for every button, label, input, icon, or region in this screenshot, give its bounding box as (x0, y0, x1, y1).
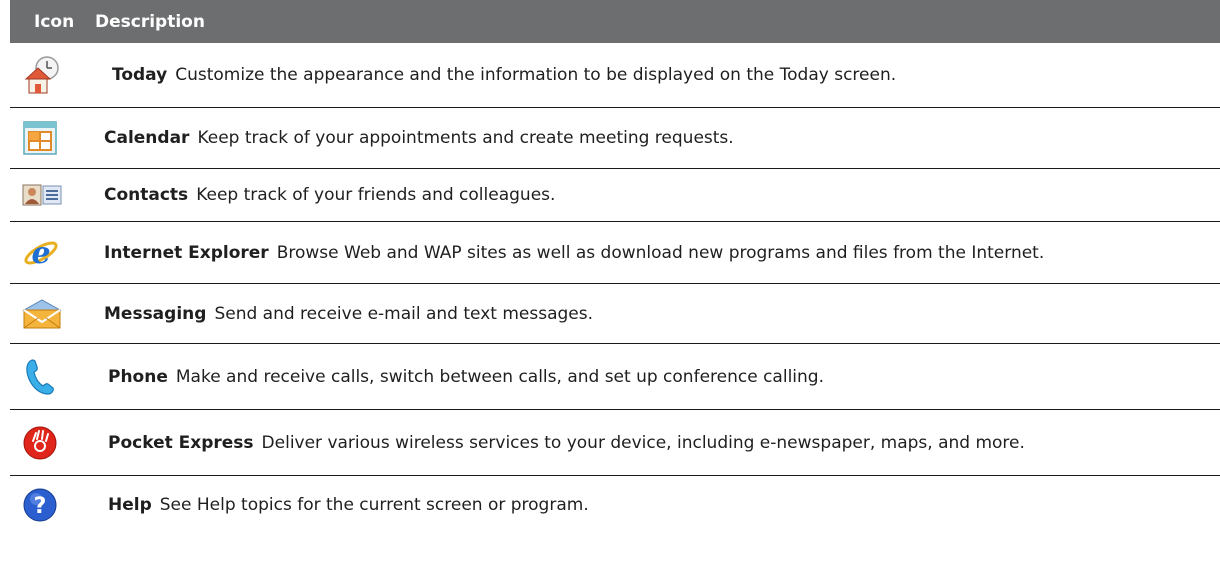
icon-table: Icon Description Today Customize the appe… (10, 0, 1220, 533)
row-text: Browse Web and WAP sites as well as down… (276, 242, 1045, 263)
row-name: Pocket Express (108, 432, 254, 453)
row-name: Internet Explorer (104, 242, 269, 263)
table-row-help: ? Help See Help topics for the current sc… (10, 476, 1220, 533)
row-text: Make and receive calls, switch between c… (175, 366, 824, 387)
row-text: See Help topics for the current screen o… (159, 494, 589, 515)
row-text: Keep track of your friends and colleague… (196, 185, 556, 205)
table-row-contacts: Contacts Keep track of your friends and c… (10, 169, 1220, 222)
table-row-today: Today Customize the appearance and the in… (10, 43, 1220, 108)
svg-text:e: e (31, 236, 50, 271)
table-row-messaging: Messaging Send and receive e-mail and tex… (10, 284, 1220, 344)
internet-explorer-icon: e (10, 235, 100, 271)
row-text: Customize the appearance and the informa… (175, 65, 897, 85)
calendar-icon (10, 120, 100, 156)
row-text: Deliver various wireless services to you… (261, 432, 1025, 453)
table-row-phone: Phone Make and receive calls, switch betw… (10, 344, 1220, 410)
table-row-calendar: Calendar Keep track of your appointments … (10, 108, 1220, 169)
row-name: Contacts (104, 185, 189, 205)
today-icon (10, 55, 100, 95)
phone-icon (10, 357, 100, 397)
table-header: Icon Description (10, 0, 1220, 43)
table-row-internet-explorer: e Internet Explorer Browse Web and WAP si… (10, 222, 1220, 284)
table-row-pocket-express: Pocket Express Deliver various wireless s… (10, 410, 1220, 476)
header-description-label: Description (95, 11, 205, 32)
row-name: Phone (108, 366, 168, 387)
pocket-express-icon (10, 425, 100, 461)
row-name: Messaging (104, 303, 207, 324)
row-name: Calendar (104, 128, 190, 148)
contacts-icon (10, 183, 100, 207)
header-icon-label: Icon (34, 11, 75, 32)
row-name: Today (112, 65, 168, 85)
row-text: Send and receive e-mail and text message… (214, 303, 593, 324)
svg-text:?: ? (34, 494, 47, 519)
row-name: Help (108, 494, 152, 515)
messaging-icon (10, 298, 100, 330)
row-text: Keep track of your appointments and crea… (197, 128, 734, 148)
help-icon: ? (10, 487, 100, 523)
